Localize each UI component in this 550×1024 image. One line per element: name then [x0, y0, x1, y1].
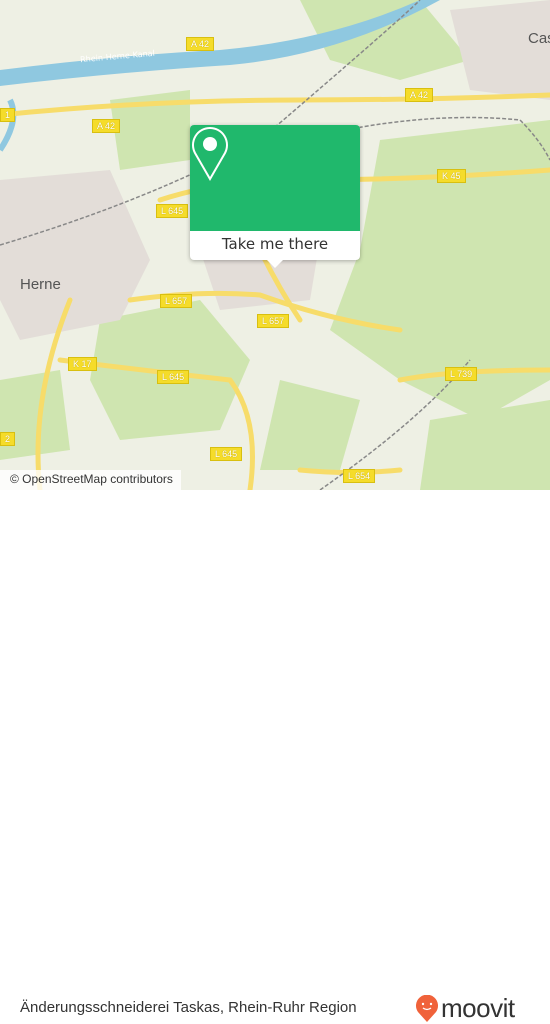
road-shield: L 645 — [156, 204, 189, 218]
road-shield: A 42 — [186, 37, 215, 51]
road-shield: 1 — [0, 108, 16, 122]
take-me-there-button[interactable]: Take me there — [190, 231, 360, 260]
road-shield: K 17 — [68, 357, 97, 371]
map-pin-icon — [192, 127, 228, 181]
place-label-castrop: Cas — [528, 30, 550, 47]
road-shield: L 657 — [160, 294, 193, 308]
road-shield: L 645 — [157, 370, 190, 384]
road-shield: K 45 — [437, 169, 466, 183]
map[interactable]: Herne Cas Rhein-Herne-Kanal A 42 A 42 A … — [0, 0, 550, 490]
map-attribution[interactable]: © OpenStreetMap contributors — [0, 470, 181, 490]
place-label-herne: Herne — [20, 276, 61, 293]
popup-header — [190, 125, 360, 231]
road-shield: A 42 — [405, 88, 434, 102]
moovit-logo[interactable]: moovit — [415, 993, 515, 1024]
footer: Änderungsschneiderei Taskas, Rhein-Ruhr … — [0, 490, 550, 1023]
road-shield: L 654 — [343, 469, 376, 483]
brand-name: moovit — [441, 993, 515, 1023]
road-shield: L 645 — [210, 447, 243, 461]
moovit-pin-icon — [416, 994, 438, 1022]
location-popup[interactable]: Take me there — [190, 125, 360, 268]
road-shield: L 739 — [445, 367, 478, 381]
road-shield: L 657 — [257, 314, 290, 328]
place-title: Änderungsschneiderei Taskas, Rhein-Ruhr … — [20, 999, 357, 1016]
road-shield: 2 — [0, 432, 16, 446]
road-shield: A 42 — [92, 119, 121, 133]
